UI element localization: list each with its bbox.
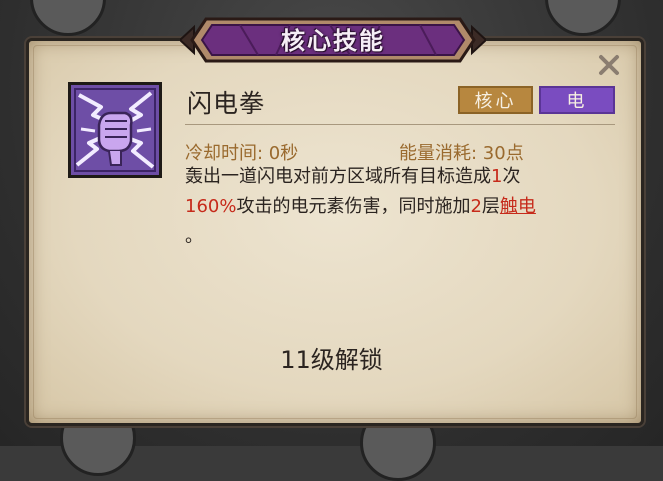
stack-count: 2 <box>470 196 482 217</box>
desc-text: 。 <box>185 226 203 247</box>
lightning-fist-icon <box>68 82 162 178</box>
desc-text: 层 <box>481 196 500 217</box>
unlock-requirement: 11级解锁 <box>280 346 383 374</box>
status-effect-link[interactable]: 触电 <box>500 196 536 217</box>
tag-electric: 电 <box>539 86 615 114</box>
desc-text: 次 <box>502 166 521 187</box>
dialog-title: 核心技能 <box>281 27 385 55</box>
damage-percent: 160% <box>185 196 237 217</box>
divider <box>185 124 615 125</box>
title-banner: 核心技能 <box>178 13 488 67</box>
close-icon <box>599 55 619 75</box>
skill-description: 轰出一道闪电对前方区域所有目标造成1次 160%攻击的电元素伤害，同时施加2层触… <box>185 162 605 252</box>
desc-text: 攻击的电元素伤害，同时施加 <box>236 196 471 217</box>
tag-core: 核心 <box>458 86 533 114</box>
desc-text: 轰出一道闪电对前方区域所有目标造成 <box>185 166 491 187</box>
hit-count: 1 <box>491 166 503 187</box>
close-button[interactable] <box>596 52 622 78</box>
skill-name: 闪电拳 <box>187 89 266 118</box>
